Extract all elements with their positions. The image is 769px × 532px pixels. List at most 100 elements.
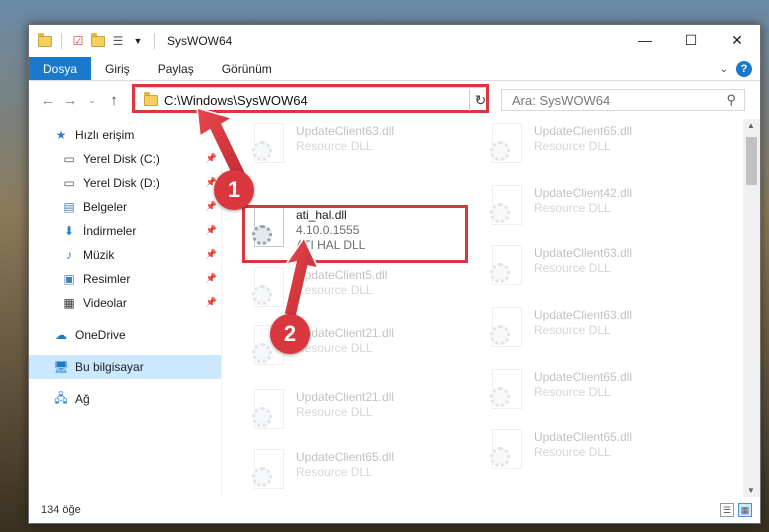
pin-icon[interactable]: 📌 <box>206 201 217 212</box>
tiles-view-icon[interactable]: ▦ <box>738 503 752 517</box>
file-name: UpdateClient21.dll <box>296 326 395 340</box>
tab-view[interactable]: Görünüm <box>208 57 286 80</box>
up-arrow-icon[interactable]: ↑ <box>103 92 125 109</box>
drive-icon: ▭ <box>63 176 75 190</box>
sidebar-item-label: Yerel Disk (D:) <box>83 176 160 190</box>
sidebar-item-disk-d[interactable]: ▭ Yerel Disk (D:) 📌 <box>29 171 221 195</box>
sidebar-item-onedrive[interactable]: ☁ OneDrive <box>29 323 221 347</box>
status-bar: 134 öğe ☰ ▦ <box>29 497 760 523</box>
file-name: UpdateClient63.dll <box>296 124 395 138</box>
tab-home[interactable]: Giriş <box>91 57 144 80</box>
details-view-icon[interactable]: ☰ <box>720 503 734 517</box>
file-name: UpdateClient65.dll <box>534 430 633 444</box>
customize-icon[interactable]: ☰ <box>110 33 126 49</box>
pin-icon[interactable]: 📌 <box>206 153 217 164</box>
sidebar-item-disk-c[interactable]: ▭ Yerel Disk (C:) 📌 <box>29 147 221 171</box>
search-input[interactable]: Ara: SysWOW64 ⚲ <box>501 89 745 111</box>
tab-share[interactable]: Paylaş <box>144 57 208 80</box>
network-icon: 🖧 <box>54 390 68 405</box>
forward-arrow-icon[interactable]: → <box>59 92 81 109</box>
download-icon: ⬇ <box>63 224 75 238</box>
list-item[interactable]: UpdateClient21.dll Resource DLL <box>250 389 470 447</box>
callout-number-1: 1 <box>214 170 254 210</box>
chevron-down-icon[interactable]: ▼ <box>130 33 146 49</box>
address-row: ← → ⌄ ↑ C:\Windows\SysWOW64 ⌄ ↻ Ara: Sys… <box>29 81 760 119</box>
file-type: Resource DLL <box>296 283 373 297</box>
toolbar-divider <box>61 33 62 49</box>
sidebar-item-label: Resimler <box>83 272 131 286</box>
cloud-icon: ☁ <box>55 328 67 342</box>
refresh-icon[interactable]: ↻ <box>469 89 491 111</box>
list-item[interactable]: UpdateClient63.dll Resource DLL <box>250 123 470 181</box>
sidebar-item-quick-access[interactable]: ★ Hızlı erişim <box>29 123 221 147</box>
sidebar-item-label: Müzik <box>83 248 115 262</box>
vertical-scrollbar[interactable]: ▲ ▼ <box>743 119 760 497</box>
dll-file-icon <box>488 307 524 351</box>
list-item[interactable]: UpdateClient42.dll Resource DLL <box>488 185 708 243</box>
file-list: UpdateClient63.dll Resource DLL UpdateCli… <box>222 119 760 497</box>
sidebar-item-music[interactable]: ♪ Müzik 📌 <box>29 243 221 267</box>
scrollbar-thumb[interactable] <box>746 137 757 185</box>
pictures-icon: ▣ <box>63 272 75 286</box>
list-item[interactable]: UpdateClient63.dll Resource DLL <box>488 245 708 303</box>
list-item[interactable]: UpdateClient63.dll Resource DLL <box>488 307 708 365</box>
sidebar-item-label: Ağ <box>75 392 90 406</box>
sidebar-item-label: Belgeler <box>83 200 128 214</box>
documents-icon: ▤ <box>63 200 75 214</box>
pin-icon[interactable]: 📌 <box>206 273 217 284</box>
title-bar: ☑ ☰ ▼ SysWOW64 — ☐ ✕ <box>29 25 760 57</box>
drive-icon: ▭ <box>63 152 75 166</box>
help-icon[interactable]: ? <box>736 61 752 77</box>
sidebar-item-label: Yerel Disk (C:) <box>83 152 160 166</box>
navigation-pane: ★ Hızlı erişim ▭ Yerel Disk (C:) 📌 ▭ Yer… <box>29 119 222 497</box>
list-item[interactable]: UpdateClient65.dll Resource DLL <box>488 123 708 181</box>
sidebar-item-label: Hızlı erişim <box>75 128 135 142</box>
sidebar-item-videos[interactable]: ▦ Videolar 📌 <box>29 291 221 315</box>
quick-access-toolbar: ☑ ☰ ▼ <box>29 32 159 49</box>
file-type: Resource DLL <box>534 445 611 459</box>
computer-icon: 🖥 <box>53 360 69 374</box>
file-type: Resource DLL <box>534 139 611 153</box>
pin-icon[interactable]: 📌 <box>206 297 217 308</box>
file-type: Resource DLL <box>534 261 611 275</box>
maximize-button[interactable]: ☐ <box>668 25 714 55</box>
back-arrow-icon[interactable]: ← <box>37 92 59 109</box>
address-highlight-box <box>132 84 489 113</box>
recent-locations-chevron-icon[interactable]: ⌄ <box>81 95 103 106</box>
file-name: UpdateClient63.dll <box>534 308 633 322</box>
search-icon: ⚲ <box>726 92 736 107</box>
scroll-down-icon[interactable]: ▼ <box>747 486 755 495</box>
list-item[interactable]: UpdateClient65.dll Resource DLL <box>488 369 708 427</box>
file-name: UpdateClient65.dll <box>534 124 633 138</box>
dll-file-icon <box>250 123 286 167</box>
expand-ribbon-icon[interactable]: ⌄ <box>720 64 728 75</box>
toolbar-divider <box>154 33 155 49</box>
close-button[interactable]: ✕ <box>714 25 760 55</box>
tab-file[interactable]: Dosya <box>29 57 92 80</box>
file-type: Resource DLL <box>296 405 373 419</box>
dll-file-icon <box>488 185 524 229</box>
callout-number-2: 2 <box>270 314 310 354</box>
sidebar-item-downloads[interactable]: ⬇ İndirmeler 📌 <box>29 219 221 243</box>
explorer-window: ☑ ☰ ▼ SysWOW64 — ☐ ✕ Dosya Giriş Paylaş … <box>28 24 761 524</box>
minimize-button[interactable]: — <box>622 25 668 55</box>
dll-file-icon <box>488 245 524 289</box>
list-item[interactable]: UpdateClient65.dll Resource DLL <box>488 429 708 487</box>
file-name: UpdateClient21.dll <box>296 390 395 404</box>
new-folder-icon[interactable] <box>90 32 106 49</box>
pin-icon[interactable]: 📌 <box>206 249 217 260</box>
sidebar-item-network[interactable]: 🖧 Ağ <box>29 387 221 411</box>
file-type: Resource DLL <box>296 465 373 479</box>
dll-file-icon <box>488 369 524 413</box>
pin-icon[interactable]: 📌 <box>206 225 217 236</box>
sidebar-item-label: OneDrive <box>75 328 126 342</box>
sidebar-item-this-pc[interactable]: 🖥 Bu bilgisayar <box>29 355 221 379</box>
scroll-up-icon[interactable]: ▲ <box>747 121 755 130</box>
dll-file-icon <box>250 267 286 311</box>
properties-icon[interactable]: ☑ <box>70 33 86 49</box>
file-name: UpdateClient65.dll <box>534 370 633 384</box>
sidebar-item-pictures[interactable]: ▣ Resimler 📌 <box>29 267 221 291</box>
folder-icon <box>37 32 53 49</box>
sidebar-item-documents[interactable]: ▤ Belgeler 📌 <box>29 195 221 219</box>
sidebar-item-label: Videolar <box>83 296 127 310</box>
